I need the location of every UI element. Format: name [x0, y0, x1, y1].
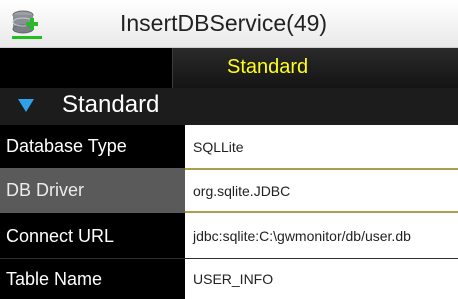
field-row-database-type[interactable]: Database Type SQLLite [0, 125, 458, 168]
window-title: InsertDBService(49) [120, 10, 328, 36]
subheader-bar: Standard [0, 48, 458, 88]
section-title: Standard [62, 91, 160, 118]
subheader-label: Standard [227, 56, 309, 78]
field-row-db-driver[interactable]: DB Driver org.sqlite.JDBC [0, 168, 458, 213]
subheader-left [0, 48, 172, 88]
connect-url-field[interactable]: jdbc:sqlite:C:\gwmonitor/db/user.db [185, 213, 458, 259]
triangle-down-icon[interactable] [18, 99, 34, 112]
field-label: Database Type [6, 136, 127, 156]
field-label: Table Name [6, 268, 103, 289]
db-driver-field[interactable]: org.sqlite.JDBC [185, 168, 458, 213]
database-type-field[interactable]: SQLLite [185, 125, 458, 168]
field-label: DB Driver [6, 180, 85, 200]
table-name-field[interactable]: USER_INFO [185, 259, 458, 299]
subheader-tab[interactable] [172, 48, 458, 88]
database-add-icon[interactable] [10, 9, 44, 39]
field-label: Connect URL [6, 225, 115, 246]
field-row-connect-url[interactable]: Connect URL jdbc:sqlite:C:\gwmonitor/db/… [0, 213, 458, 259]
field-row-table-name[interactable]: Table Name USER_INFO [0, 259, 458, 299]
title-bar: InsertDBService(49) [0, 0, 458, 48]
